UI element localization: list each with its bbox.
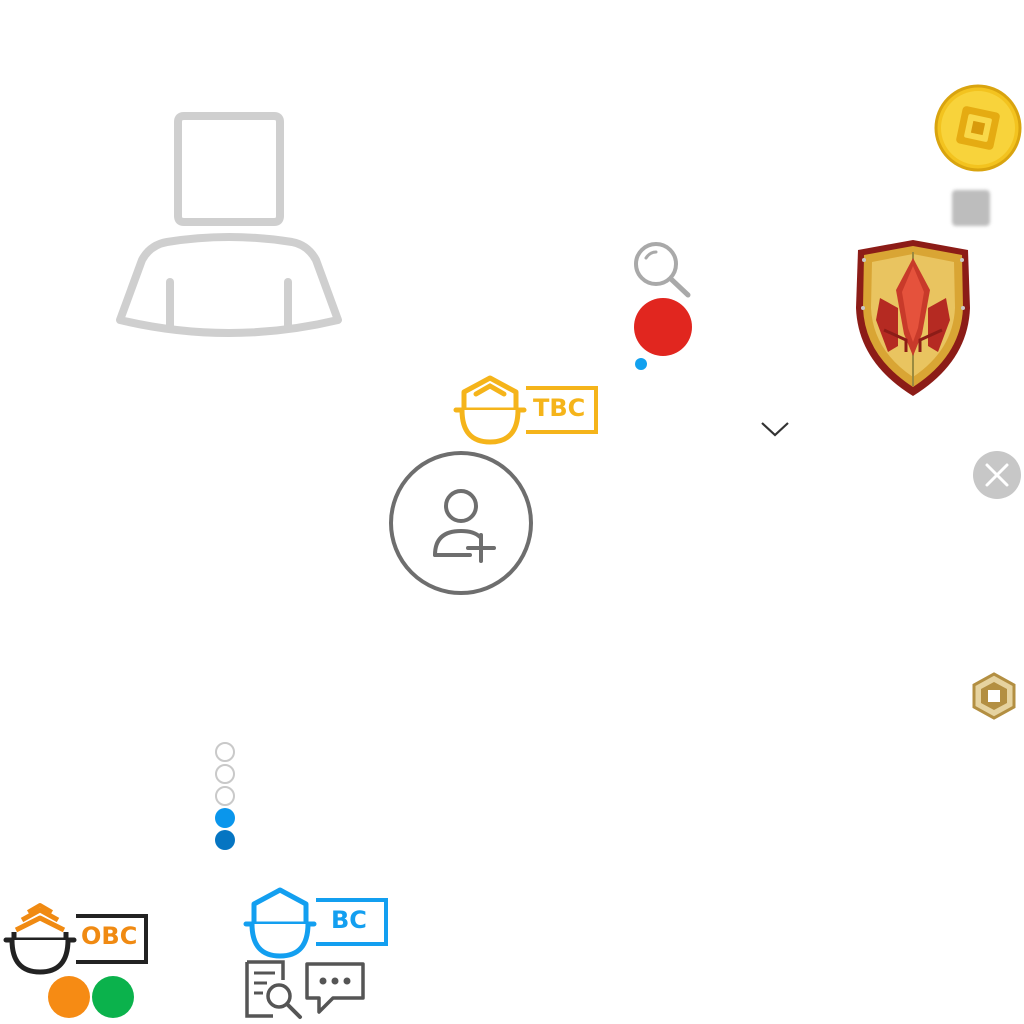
pagination [212,740,238,854]
orange-status-dot [48,976,90,1018]
page-dot[interactable] [215,764,235,784]
page-dot-active-dark[interactable] [215,830,235,850]
shield-icon [856,240,970,396]
notification-indicator [634,298,692,356]
robux-coin-icon[interactable] [934,84,1022,172]
page-dot[interactable] [215,786,235,806]
green-status-dot [92,976,134,1018]
catalog-search-icon[interactable] [243,958,305,1020]
chat-icon[interactable] [303,960,367,1018]
obc-label: OBC [81,922,138,950]
avatar-placeholder-icon [116,112,342,337]
robux-small-icon [972,672,1016,720]
bc-badge: BC [242,886,390,962]
search-icon[interactable] [632,240,694,300]
tbc-helmet-icon [453,375,527,445]
obc-helmet-icon [3,903,77,975]
bc-label: BC [331,906,367,934]
chevron-down-icon[interactable] [760,420,790,438]
loading-placeholder [952,190,990,226]
bc-helmet-icon [243,887,317,959]
close-button[interactable] [972,450,1022,500]
obc-badge: OBC [2,902,150,978]
tbc-badge: TBC [452,374,602,448]
page-dot[interactable] [215,742,235,762]
page-dot-active[interactable] [215,808,235,828]
add-friend-button[interactable] [388,451,534,597]
tbc-label: TBC [533,394,586,422]
online-indicator [635,358,647,370]
